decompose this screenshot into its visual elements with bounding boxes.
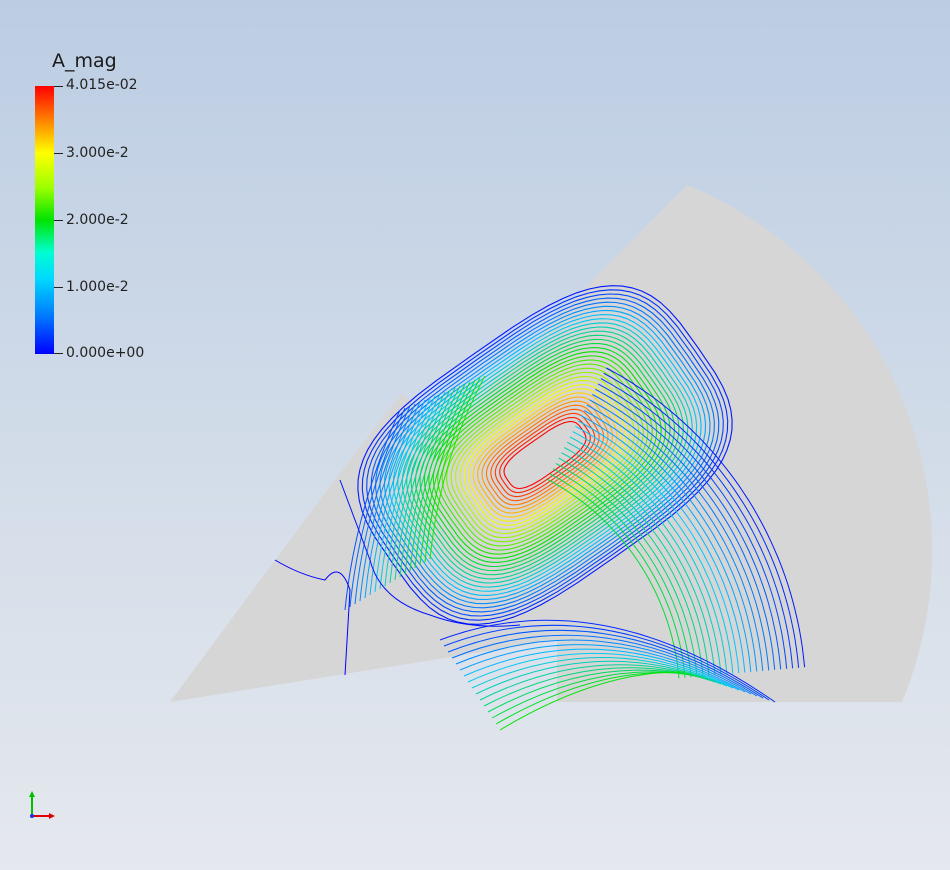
- scalar-bar-tick: [54, 86, 63, 87]
- scalar-bar-label: 1.000e-2: [66, 279, 129, 295]
- scalar-bar: A_mag 4.015e-02 3.000e-2 2.000e-2 1.000e…: [0, 0, 200, 370]
- scalar-bar-tick: [54, 287, 63, 288]
- scalar-bar-tick: [54, 220, 63, 221]
- scalar-bar-title: A_mag: [52, 50, 117, 72]
- scalar-bar-label: 2.000e-2: [66, 212, 129, 228]
- scalar-bar-tick: [54, 153, 63, 154]
- scalar-bar-label: 3.000e-2: [66, 145, 129, 161]
- scalar-bar-tick: [54, 353, 63, 354]
- scalar-bar-label-min: 0.000e+00: [66, 345, 145, 361]
- xyz-axes-icon: [29, 791, 55, 819]
- scalar-bar-gradient: [35, 86, 54, 354]
- scalar-bar-label-max: 4.015e-02: [66, 77, 138, 93]
- domain-sector: [170, 185, 933, 702]
